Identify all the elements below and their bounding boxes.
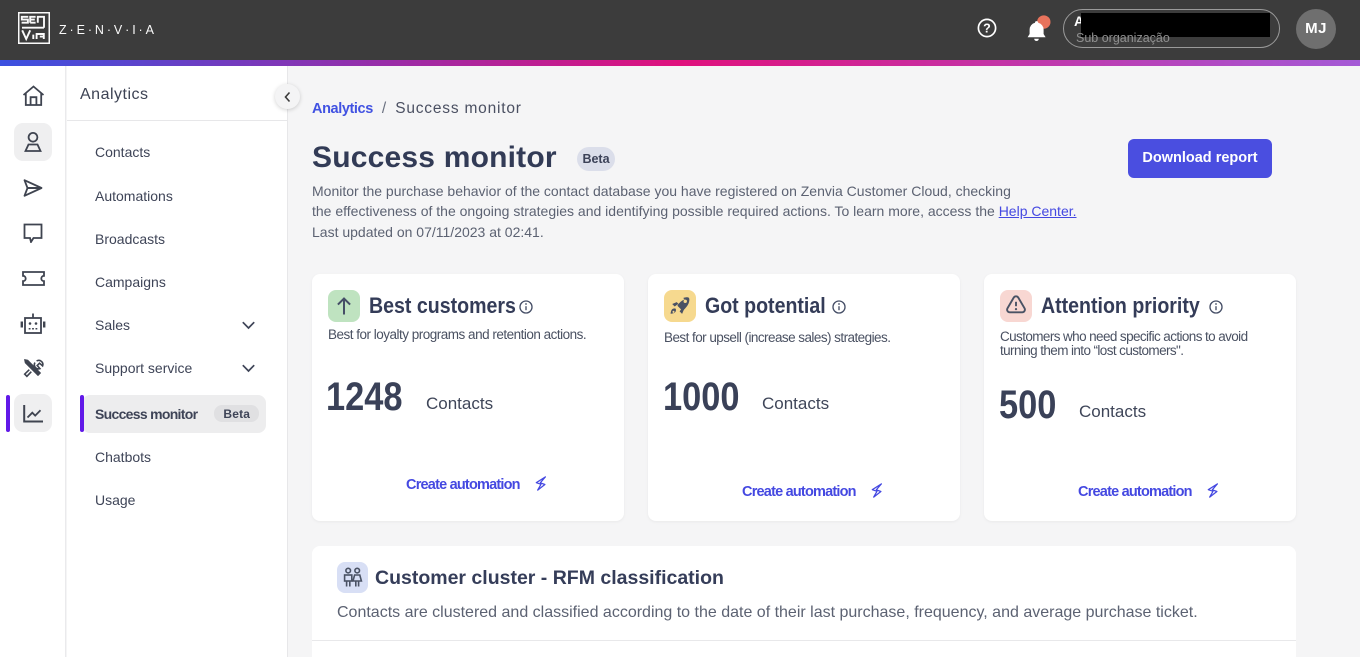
svg-text:?: ? xyxy=(983,21,991,35)
